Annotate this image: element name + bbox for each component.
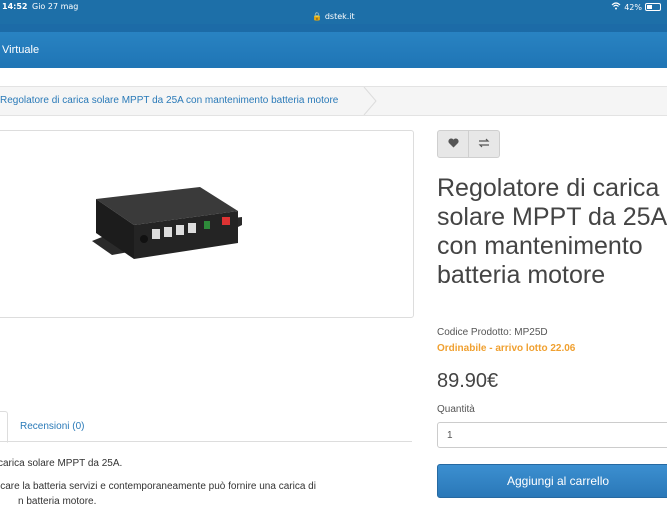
quantity-input[interactable] [437, 422, 667, 448]
breadcrumb-separator-icon [363, 87, 377, 115]
product-title: Regolatore di carica solare MPPT da 25A … [437, 174, 666, 289]
compare-button[interactable] [469, 130, 500, 158]
nav-item-virtuale[interactable]: Virtuale [2, 44, 39, 56]
nav-top-strip [0, 24, 667, 32]
wishlist-button[interactable] [437, 130, 469, 158]
tab-reviews[interactable]: Recensioni (0) [20, 421, 84, 432]
status-right: 42% [611, 2, 661, 12]
status-date: Gio 27 mag [32, 2, 79, 11]
address-url: dstek.it [324, 12, 355, 21]
breadcrumb: Regolatore di carica solare MPPT da 25A … [0, 86, 667, 116]
ios-status-bar: 14:52 Gio 27 mag 🔒 dstek.it 42% [0, 0, 667, 24]
battery-percentage: 42% [624, 2, 642, 12]
quantity-label: Quantità [437, 404, 475, 415]
product-price: 89.90€ [437, 370, 499, 392]
battery-icon [645, 3, 661, 11]
product-actions [437, 130, 500, 158]
status-time: 14:52 [2, 2, 28, 11]
wifi-icon [611, 2, 621, 12]
top-navigation: Virtuale [0, 24, 667, 68]
lock-icon: 🔒 [312, 12, 323, 21]
breadcrumb-current[interactable]: Regolatore di carica solare MPPT da 25A … [0, 95, 338, 106]
product-image-frame[interactable] [0, 130, 414, 318]
description-line-1: carica solare MPPT da 25A. [0, 458, 123, 469]
description-line-3: n batteria motore. [18, 496, 97, 507]
product-image [92, 187, 242, 259]
compare-arrows-icon [478, 137, 490, 151]
add-to-cart-button[interactable]: Aggiungi al carrello [437, 464, 667, 498]
availability-status: Ordinabile - arrivo lotto 22.06 [437, 343, 576, 354]
description-line-2: icare la batteria servizi e contemporane… [0, 481, 316, 492]
heart-icon [447, 137, 459, 151]
tabs-divider [0, 441, 412, 442]
address-bar[interactable]: 🔒 dstek.it [0, 12, 667, 21]
product-code: Codice Prodotto: MP25D [437, 327, 548, 338]
battery-level [647, 5, 653, 9]
tab-description[interactable] [0, 411, 8, 443]
